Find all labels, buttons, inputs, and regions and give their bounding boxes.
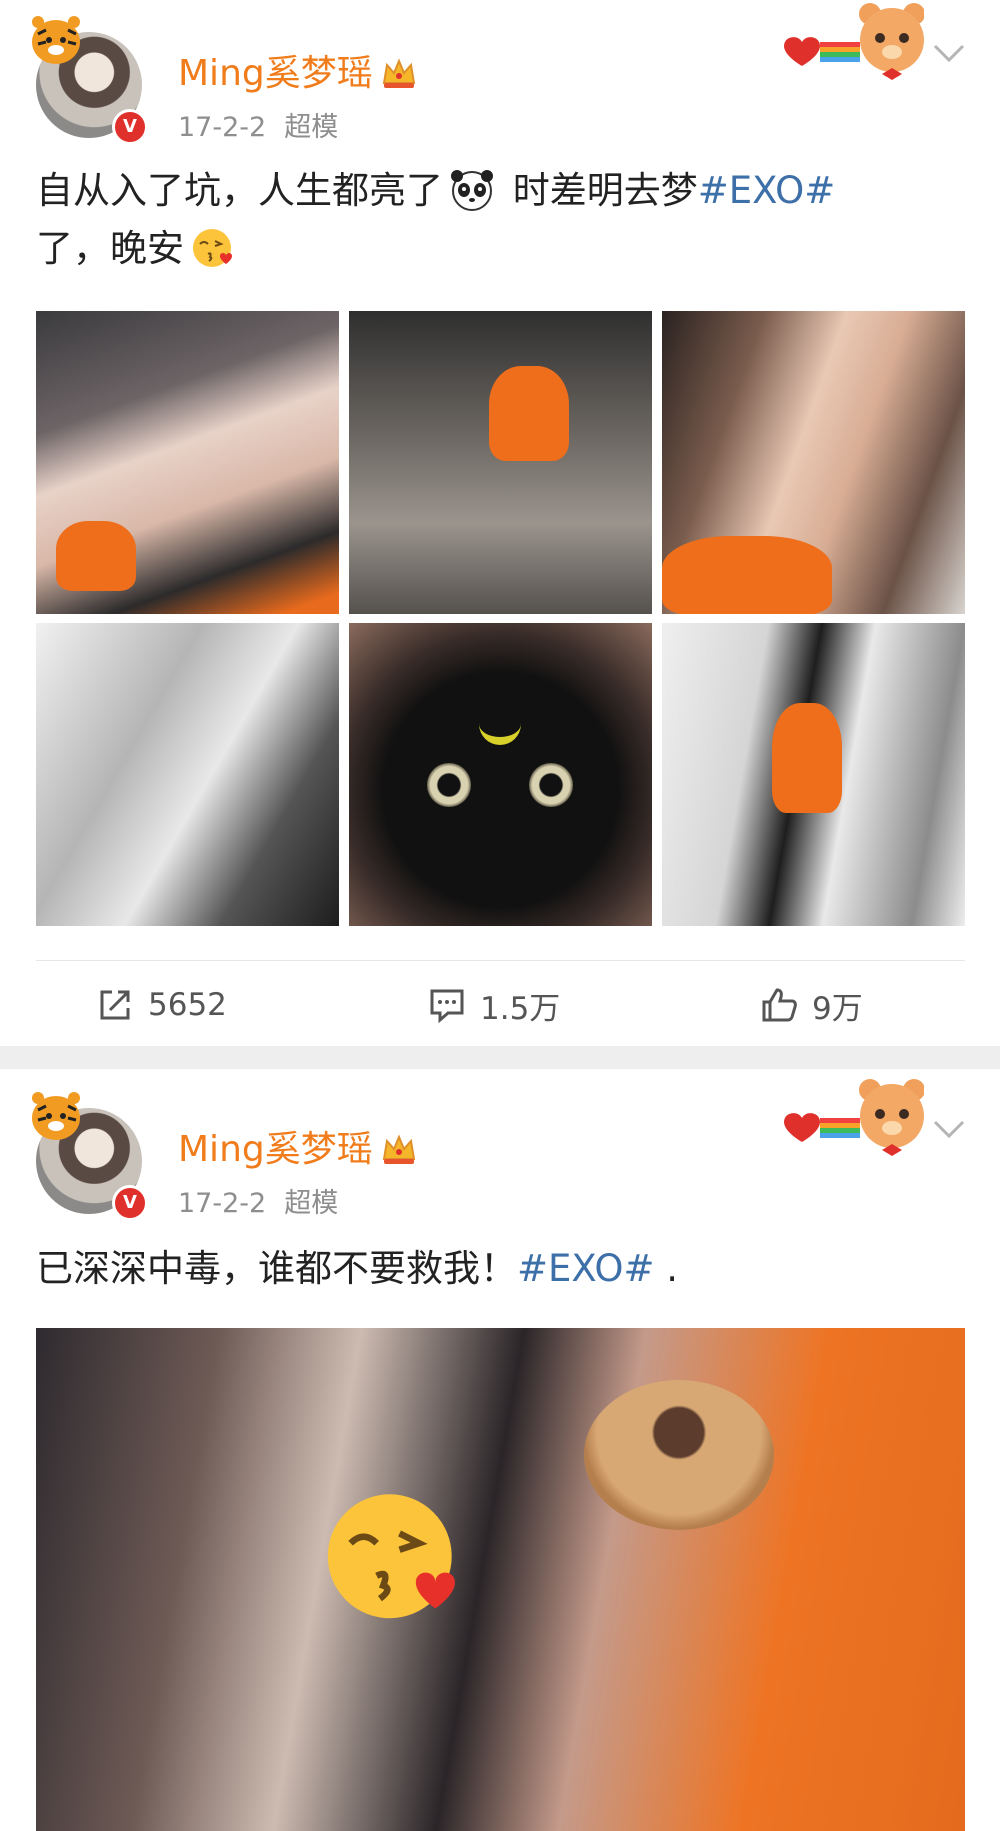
kiss-emoji-icon — [193, 229, 232, 267]
avatar[interactable]: V — [28, 1090, 148, 1221]
feed-separator — [0, 1046, 1000, 1069]
photo-thumbnail[interactable] — [662, 311, 965, 614]
divider — [36, 960, 965, 961]
dog-filter-overlay — [584, 1380, 774, 1530]
bear-decoration-icon — [784, 3, 924, 80]
repost-icon — [100, 990, 130, 1020]
photo-grid — [36, 311, 965, 926]
repost-button[interactable]: 5652 — [96, 980, 227, 1030]
photo-thumbnail[interactable] — [349, 311, 652, 614]
like-button[interactable]: 9万 — [760, 980, 863, 1030]
comment-button[interactable]: 1.5万 — [428, 980, 560, 1030]
verified-icon: V — [112, 1185, 148, 1221]
post-source[interactable]: 超模 — [284, 1188, 338, 1219]
photo-thumbnail[interactable] — [36, 311, 339, 614]
photo-thumbnail[interactable] — [36, 623, 339, 926]
action-bar: 5652 1.5万 9万 — [0, 980, 1000, 1030]
kiss-emoji-icon — [327, 1494, 455, 1619]
post-text: 自从入了坑，人生都亮了 时差明去梦#EXO# 了，晚安 — [36, 162, 966, 278]
chevron-down-icon[interactable] — [932, 1118, 966, 1140]
post-time: 17-2-2 — [178, 112, 267, 143]
crown-icon — [382, 58, 415, 88]
post-time: 17-2-2 — [178, 1188, 267, 1219]
author-name[interactable]: Ming奚梦瑶 — [178, 44, 417, 96]
photo-thumbnail[interactable] — [349, 623, 652, 926]
bear-decoration-icon — [784, 1079, 924, 1156]
avatar[interactable]: V — [28, 14, 148, 145]
feed-post: V Ming奚梦瑶 17-2-2 超模 自从入了坑，人生都亮了 时差明去梦#EXO… — [0, 0, 1000, 1046]
tiger-sticker-icon — [32, 16, 80, 64]
post-source[interactable]: 超模 — [284, 112, 338, 143]
post-text: 已深深中毒，谁都不要救我！#EXO# . — [36, 1247, 679, 1290]
comment-icon — [430, 989, 464, 1024]
verified-icon: V — [112, 109, 148, 145]
crown-icon — [382, 1134, 415, 1164]
chevron-down-icon[interactable] — [932, 42, 966, 64]
author-name[interactable]: Ming奚梦瑶 — [178, 1120, 417, 1172]
panda-emoji-icon — [451, 170, 493, 211]
photo-thumbnail[interactable] — [662, 623, 965, 926]
post-meta: 17-2-2 超模 — [178, 105, 338, 144]
tiger-sticker-icon — [32, 1092, 80, 1140]
video-thumbnail[interactable] — [36, 1328, 965, 1831]
like-icon — [762, 988, 797, 1022]
hashtag-link[interactable]: #EXO# — [517, 1247, 655, 1290]
hashtag-link[interactable]: #EXO# — [698, 169, 836, 212]
moon-mark — [479, 711, 521, 745]
post-meta: 17-2-2 超模 — [178, 1181, 338, 1220]
